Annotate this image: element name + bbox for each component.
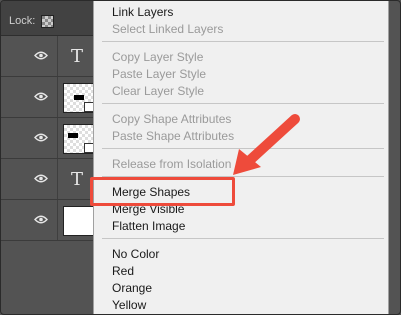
type-layer-icon: T [71,169,84,190]
visibility-eye-icon[interactable] [34,133,48,142]
menu-item-paste-layer-style[interactable]: Paste Layer Style [112,67,206,81]
column-divider [57,159,58,199]
highlight-box [90,177,235,206]
type-layer-icon: T [71,46,84,67]
visibility-eye-icon[interactable] [34,92,48,101]
shape-layer-thumbnail [63,83,95,113]
pointer-arrow-icon [233,114,300,175]
menu-item-yellow[interactable]: Yellow [112,298,146,312]
menu-item-no-color[interactable]: No Color [112,247,159,261]
column-divider [57,200,58,240]
visibility-eye-icon[interactable] [34,51,48,60]
menu-item-release-from-isolation[interactable]: Release from Isolation [112,157,231,171]
menu-item-copy-shape-attributes[interactable]: Copy Shape Attributes [112,112,231,126]
screenshot-frame: Lock: T T Link Layers Select Linked Laye… [0,0,401,315]
menu-separator [102,41,384,42]
fill-layer-thumbnail [63,206,95,236]
lock-transparent-pixels-icon[interactable] [41,15,54,28]
menu-item-flatten-image[interactable]: Flatten Image [112,219,185,233]
menu-item-paste-shape-attributes[interactable]: Paste Shape Attributes [112,129,234,143]
menu-item-select-linked-layers[interactable]: Select Linked Layers [112,22,223,36]
layer-row[interactable] [1,118,101,159]
lock-label: Lock: [9,15,36,27]
layer-row[interactable] [1,200,101,241]
layers-lock-bar: Lock: [1,1,101,36]
menu-item-red[interactable]: Red [112,264,134,278]
menu-item-copy-layer-style[interactable]: Copy Layer Style [112,50,203,64]
menu-separator [102,103,384,104]
menu-item-orange[interactable]: Orange [112,281,152,295]
shape-layer-thumbnail [63,124,95,154]
visibility-eye-icon[interactable] [34,215,48,224]
column-divider [57,118,58,158]
layer-row[interactable]: T [1,36,101,77]
layer-row[interactable] [1,77,101,118]
layer-row[interactable]: T [1,159,101,200]
visibility-eye-icon[interactable] [34,174,48,183]
menu-separator [102,238,384,239]
column-divider [57,77,58,117]
menu-item-clear-layer-style[interactable]: Clear Layer Style [112,84,204,98]
menu-item-link-layers[interactable]: Link Layers [112,5,173,19]
column-divider [57,36,58,76]
